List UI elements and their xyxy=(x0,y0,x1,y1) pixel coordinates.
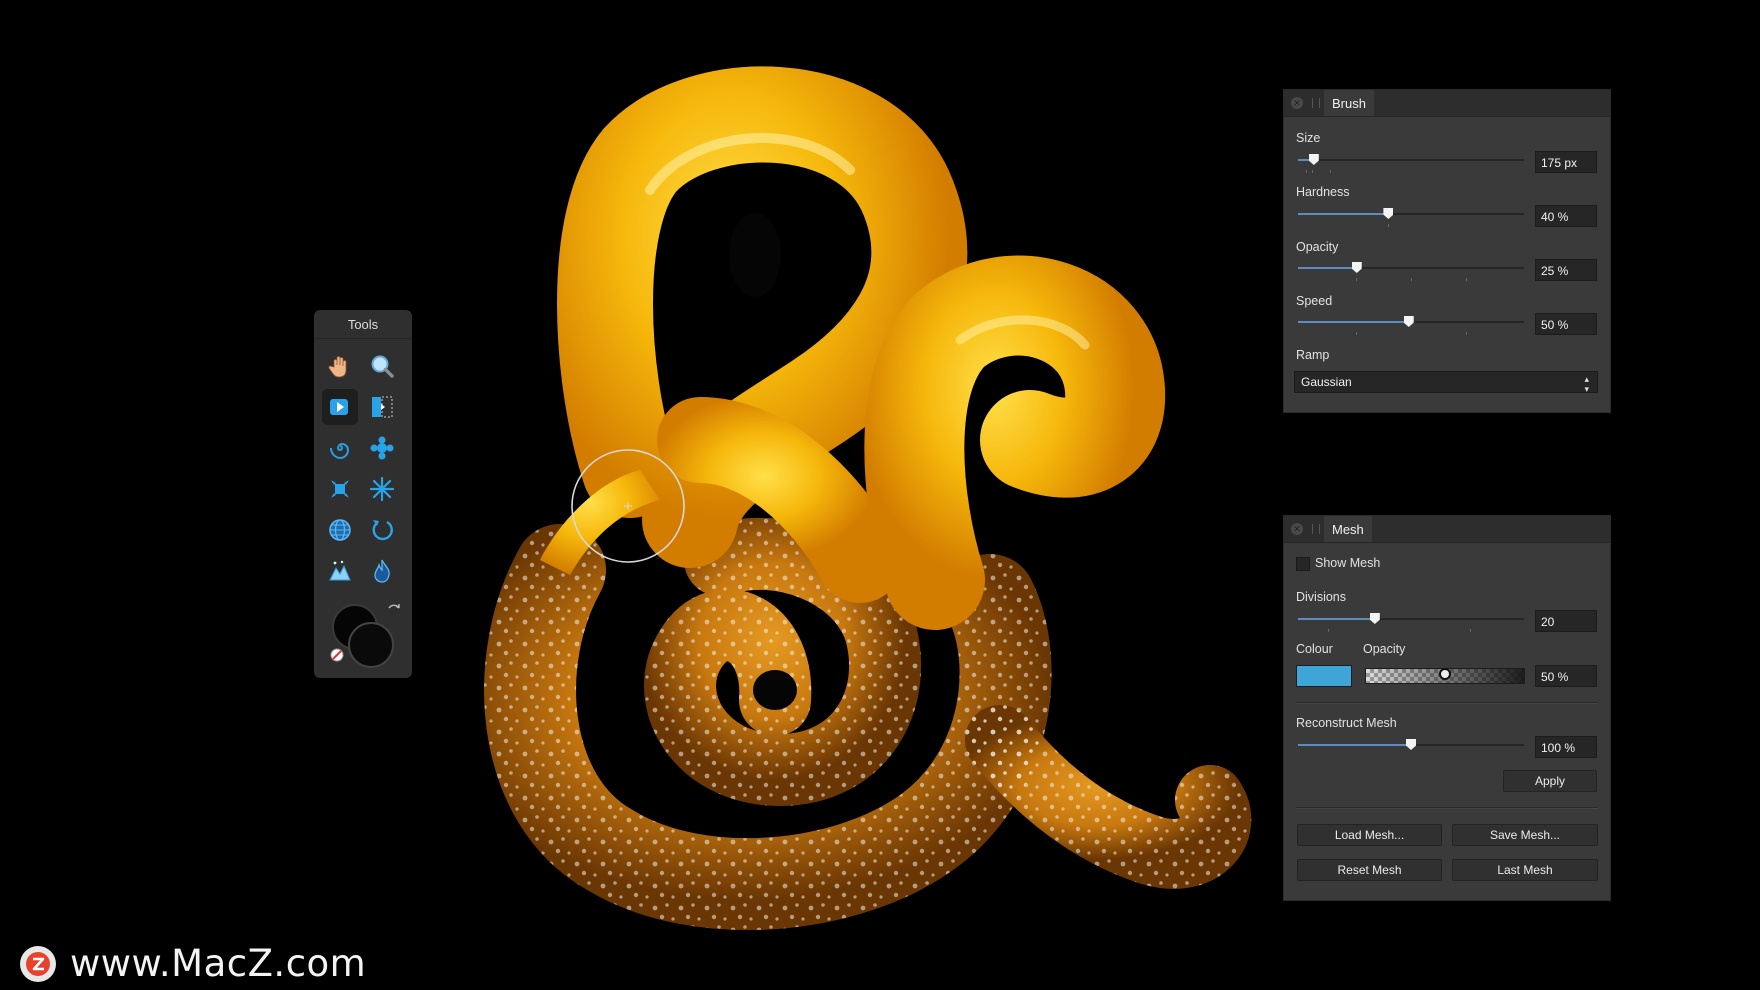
opacity-label: Opacity xyxy=(1296,240,1339,254)
reconstruct-tool[interactable] xyxy=(364,512,400,548)
grip-icon[interactable] xyxy=(1312,524,1320,534)
punch-tool[interactable] xyxy=(322,471,358,507)
ramp-select-value: Gaussian xyxy=(1301,375,1352,389)
slider-thumb[interactable] xyxy=(1383,208,1394,219)
freeze-tool[interactable] xyxy=(322,553,358,589)
slider-thumb[interactable] xyxy=(1351,262,1362,273)
thaw-icon xyxy=(374,559,390,583)
speed-ticks xyxy=(1298,332,1524,336)
size-value[interactable]: 175 px xyxy=(1535,151,1597,173)
slider-thumb[interactable] xyxy=(1308,154,1319,165)
twirl-icon xyxy=(329,442,350,460)
mesh-panel-header: ✕ Mesh xyxy=(1284,516,1610,543)
speed-slider[interactable] xyxy=(1298,316,1524,328)
tab-mesh[interactable]: Mesh xyxy=(1324,516,1372,542)
reconstruct-mesh-slider[interactable] xyxy=(1298,739,1524,751)
divisions-label: Divisions xyxy=(1296,590,1347,604)
load-mesh-button[interactable]: Load Mesh... xyxy=(1297,824,1442,846)
pinch-tool[interactable] xyxy=(364,430,400,466)
show-mesh-label: Show Mesh xyxy=(1315,556,1381,570)
divisions-ticks xyxy=(1298,629,1524,633)
thaw-tool[interactable] xyxy=(364,553,400,589)
mesh-opacity-strip[interactable] xyxy=(1365,668,1525,684)
slider-thumb[interactable] xyxy=(1406,739,1416,750)
cheese-topping xyxy=(540,66,1166,630)
turbulence-icon xyxy=(369,476,395,502)
punch-icon xyxy=(331,480,349,498)
divider xyxy=(1296,702,1598,704)
tools-panel: Tools xyxy=(314,310,412,678)
watermark-logo xyxy=(20,946,56,982)
ramp-label: Ramp xyxy=(1296,348,1330,362)
last-mesh-button[interactable]: Last Mesh xyxy=(1452,859,1598,881)
hardness-ticks xyxy=(1298,224,1524,228)
apply-button[interactable]: Apply xyxy=(1503,770,1597,792)
hardness-value[interactable]: 40 % xyxy=(1535,205,1597,227)
mesh-opacity-value[interactable]: 50 % xyxy=(1535,665,1597,687)
close-icon[interactable]: ✕ xyxy=(1291,523,1303,535)
close-icon[interactable]: ✕ xyxy=(1291,97,1303,109)
slider-thumb[interactable] xyxy=(1403,316,1414,327)
opacity-value[interactable]: 25 % xyxy=(1535,259,1597,281)
swap-colors-icon[interactable] xyxy=(386,602,402,618)
select-arrows-icon: ▴ ▾ xyxy=(1584,374,1589,394)
turbulence-tool[interactable] xyxy=(364,471,400,507)
size-ticks xyxy=(1298,170,1524,174)
opacity-strip-knob[interactable] xyxy=(1439,668,1451,680)
brush-panel: ✕ Brush Size 175 px Hardness 40 % Opacit… xyxy=(1283,89,1611,413)
show-mesh-checkbox[interactable] xyxy=(1296,557,1310,571)
divider xyxy=(1296,807,1598,809)
push-left-tool[interactable] xyxy=(364,389,400,425)
primary-color-swatch[interactable] xyxy=(348,622,394,668)
divisions-slider[interactable] xyxy=(1298,613,1524,625)
ramp-select[interactable]: Gaussian ▴ ▾ xyxy=(1294,371,1598,394)
opacity-slider[interactable] xyxy=(1298,262,1524,274)
color-swatches xyxy=(330,602,400,668)
twirl-tool[interactable] xyxy=(322,430,358,466)
reconstruct-mesh-label: Reconstruct Mesh xyxy=(1296,716,1397,730)
pretzel-body xyxy=(484,517,1252,931)
hand-icon xyxy=(328,356,347,378)
zoom-tool[interactable] xyxy=(364,348,400,384)
push-forward-icon xyxy=(330,399,348,415)
tab-brush[interactable]: Brush xyxy=(1324,90,1374,116)
size-slider[interactable] xyxy=(1298,154,1524,166)
push-left-icon xyxy=(372,396,393,418)
push-forward-tool[interactable] xyxy=(322,389,358,425)
mesh-clone-tool[interactable] xyxy=(322,512,358,548)
reset-mesh-button[interactable]: Reset Mesh xyxy=(1297,859,1442,881)
colour-label: Colour xyxy=(1296,642,1333,656)
grip-icon[interactable] xyxy=(1312,98,1320,108)
mesh-opacity-label: Opacity xyxy=(1363,642,1406,656)
size-label: Size xyxy=(1296,131,1321,145)
hand-tool[interactable] xyxy=(322,348,358,384)
no-color-icon[interactable] xyxy=(330,648,344,662)
speed-value[interactable]: 50 % xyxy=(1535,313,1597,335)
pinch-icon xyxy=(370,436,394,460)
freeze-icon xyxy=(329,560,351,581)
save-mesh-button[interactable]: Save Mesh... xyxy=(1452,824,1598,846)
tools-panel-title: Tools xyxy=(314,310,412,339)
hardness-slider[interactable] xyxy=(1298,208,1524,220)
watermark-text: www.MacZ.com xyxy=(70,942,367,985)
zoom-icon xyxy=(371,355,394,378)
z-logo-icon xyxy=(26,952,50,976)
mesh-colour-well[interactable] xyxy=(1296,665,1352,687)
reconstruct-icon xyxy=(372,520,393,541)
opacity-ticks xyxy=(1298,278,1524,282)
mesh-clone-icon xyxy=(329,519,351,541)
mesh-panel: ✕ Mesh Show Mesh Divisions 20 Colour Opa… xyxy=(1283,515,1611,901)
reconstruct-mesh-value[interactable]: 100 % xyxy=(1535,736,1597,758)
divisions-value[interactable]: 20 xyxy=(1535,610,1597,632)
slider-thumb[interactable] xyxy=(1369,613,1380,624)
speed-label: Speed xyxy=(1296,294,1333,308)
hardness-label: Hardness xyxy=(1296,185,1350,199)
brush-panel-header: ✕ Brush xyxy=(1284,90,1610,117)
